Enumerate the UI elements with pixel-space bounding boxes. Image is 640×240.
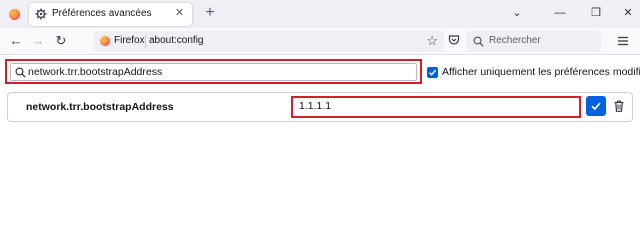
forward-button[interactable]: → bbox=[30, 33, 46, 49]
search-placeholder: Rechercher bbox=[489, 35, 541, 46]
bookmark-star-icon[interactable]: ☆ bbox=[426, 33, 438, 49]
trash-icon[interactable] bbox=[612, 99, 626, 113]
tab-title: Préférences avancées bbox=[52, 8, 152, 19]
restore-icon[interactable]: ❐ bbox=[589, 6, 603, 20]
url-text[interactable]: about:config bbox=[149, 35, 204, 46]
search-bar[interactable]: Rechercher bbox=[466, 31, 601, 52]
navigation-bar: ← → ↻ Firefox about:config ☆ Rechercher bbox=[0, 28, 640, 55]
close-window-icon[interactable]: ✕ bbox=[621, 6, 635, 20]
gear-icon bbox=[35, 8, 47, 20]
firefox-logo-icon[interactable] bbox=[9, 9, 20, 20]
preference-value-input[interactable]: 1.1.1.1 bbox=[294, 99, 578, 115]
checkmark-icon bbox=[591, 102, 601, 111]
minimize-icon[interactable]: — bbox=[553, 6, 567, 20]
show-modified-only-label[interactable]: Afficher uniquement les préférences modi… bbox=[442, 66, 640, 78]
url-bar[interactable]: Firefox about:config ☆ bbox=[94, 31, 444, 52]
search-icon bbox=[15, 67, 26, 78]
tab-preferences[interactable]: Préférences avancées ✕ bbox=[29, 3, 192, 26]
preference-name: network.trr.bootstrapAddress bbox=[26, 101, 174, 113]
reload-button[interactable]: ↻ bbox=[53, 33, 69, 49]
preference-search-input[interactable]: network.trr.bootstrapAddress bbox=[10, 63, 417, 81]
show-modified-only-checkbox[interactable] bbox=[427, 67, 438, 78]
tab-strip: Préférences avancées ✕ + ⌄ — ❐ ✕ bbox=[0, 0, 640, 28]
url-separator bbox=[145, 35, 146, 48]
new-tab-button[interactable]: + bbox=[202, 5, 218, 21]
preference-value-text: 1.1.1.1 bbox=[299, 100, 332, 112]
identity-label: Firefox bbox=[114, 35, 145, 46]
pocket-icon[interactable] bbox=[448, 34, 460, 46]
list-all-tabs-icon[interactable]: ⌄ bbox=[510, 6, 524, 20]
save-button[interactable] bbox=[586, 96, 606, 116]
tab-close-icon[interactable]: ✕ bbox=[173, 7, 186, 20]
search-icon bbox=[473, 36, 484, 47]
back-button[interactable]: ← bbox=[8, 33, 24, 49]
hamburger-menu-icon[interactable] bbox=[616, 34, 630, 48]
preference-search-value: network.trr.bootstrapAddress bbox=[28, 66, 163, 78]
firefox-identity-icon bbox=[100, 36, 110, 46]
checkmark-icon bbox=[428, 69, 437, 76]
